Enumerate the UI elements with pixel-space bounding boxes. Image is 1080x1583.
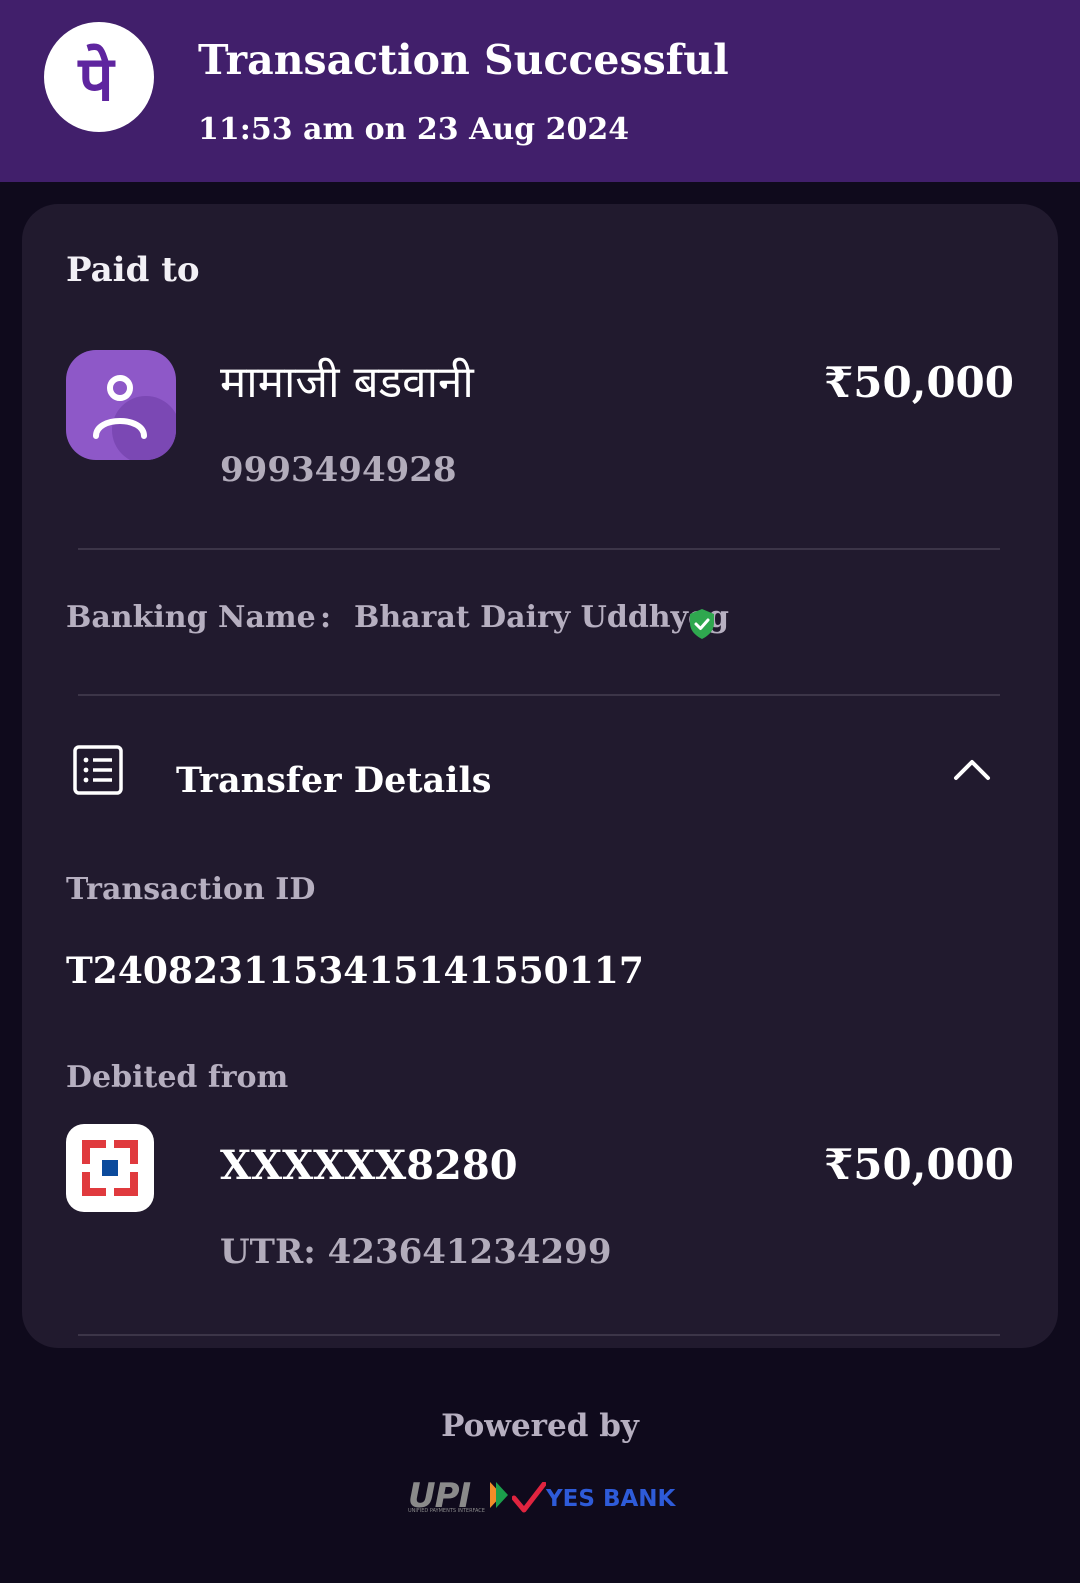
transaction-timestamp: 11:53 am on 23 Aug 2024 — [198, 112, 630, 147]
paid-amount: ₹50,000 — [824, 358, 1014, 407]
upi-logo-subtext: UNIFIED PAYMENTS INTERFACE — [408, 1508, 485, 1514]
yes-bank-logo-text: YES BANK — [546, 1486, 676, 1512]
payee-phone: 9993494928 — [220, 450, 457, 490]
list-icon — [73, 745, 123, 795]
transaction-id-label: Transaction ID — [66, 872, 316, 907]
transaction-card: Paid to मामाजी बडवानी 9993494928 ₹50,000… — [22, 204, 1058, 1348]
transfer-details-title[interactable]: Transfer Details — [176, 760, 491, 801]
verified-shield-icon — [690, 609, 714, 639]
footer-logos: UPI UNIFIED PAYMENTS INTERFACE YES BANK — [408, 1476, 678, 1522]
yes-bank-tick-icon — [512, 1482, 546, 1513]
divider — [78, 1334, 1000, 1336]
banking-name-value: Bharat Dairy Uddhyog — [354, 600, 730, 635]
debited-account: XXXXXX8280 — [220, 1142, 518, 1189]
svg-text:पे: पे — [77, 42, 116, 115]
hdfc-bank-icon — [66, 1124, 154, 1212]
paid-to-label: Paid to — [66, 250, 200, 290]
powered-by-label: Powered by — [441, 1408, 639, 1444]
debited-amount: ₹50,000 — [824, 1140, 1014, 1189]
upi-arrow-icon — [490, 1482, 508, 1508]
divider — [78, 548, 1000, 550]
header-title: Transaction Successful — [198, 36, 729, 84]
person-icon — [66, 350, 176, 460]
debited-from-label: Debited from — [66, 1060, 289, 1095]
chevron-up-icon[interactable] — [952, 754, 992, 784]
utr-number[interactable]: UTR: 423641234299 — [220, 1232, 611, 1272]
banking-name-label: Banking Name — [66, 600, 316, 635]
phonepe-logo-icon: पे — [44, 22, 154, 132]
banking-name-separator: : — [320, 600, 332, 635]
transaction-id-value[interactable]: T2408231153415141550117 — [66, 950, 644, 992]
header-bar: पे Transaction Successful 11:53 am on 23… — [0, 0, 1080, 182]
payee-name: मामाजी बडवानी — [220, 357, 474, 408]
divider — [78, 694, 1000, 696]
